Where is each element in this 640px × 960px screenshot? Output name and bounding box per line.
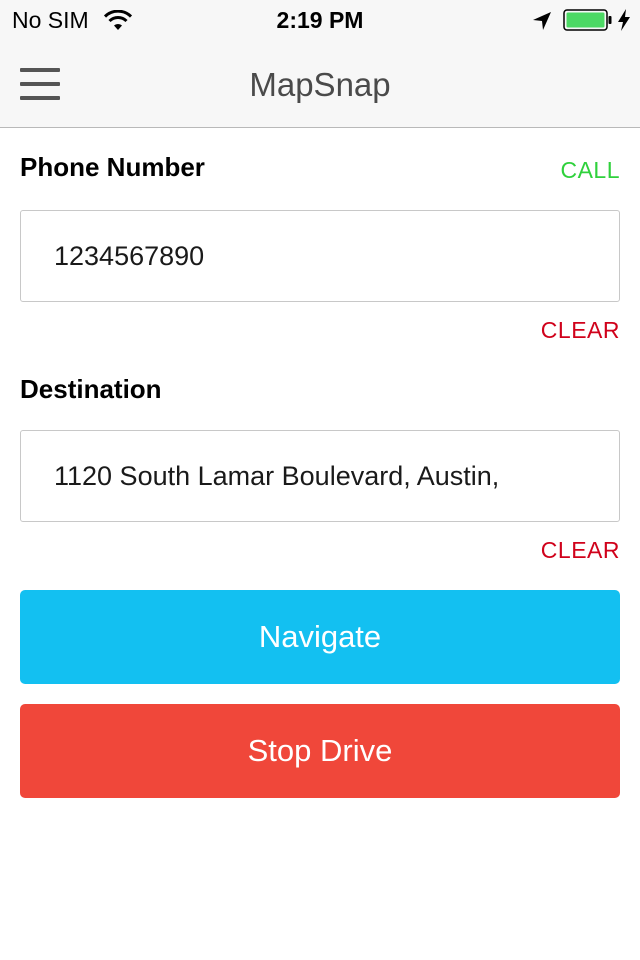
navigate-button[interactable]: Navigate: [20, 590, 620, 684]
clear-destination-button[interactable]: CLEAR: [541, 537, 620, 564]
clear-phone-button[interactable]: CLEAR: [541, 317, 620, 344]
phone-number-label: Phone Number: [20, 152, 205, 182]
call-button[interactable]: CALL: [560, 157, 620, 184]
app-title: MapSnap: [249, 66, 391, 103]
charging-bolt-icon: [618, 9, 630, 31]
navigation-bar: MapSnap: [0, 40, 640, 128]
destination-field[interactable]: [20, 430, 620, 522]
stop-drive-button[interactable]: Stop Drive: [20, 704, 620, 798]
phone-number-input[interactable]: [54, 211, 604, 301]
destination-label: Destination: [20, 374, 162, 404]
battery-icon: [563, 9, 612, 31]
destination-input[interactable]: [54, 431, 604, 521]
status-bar: No SIM 2:19 PM: [0, 0, 640, 40]
phone-number-field[interactable]: [20, 210, 620, 302]
location-arrow-icon: [533, 12, 551, 30]
